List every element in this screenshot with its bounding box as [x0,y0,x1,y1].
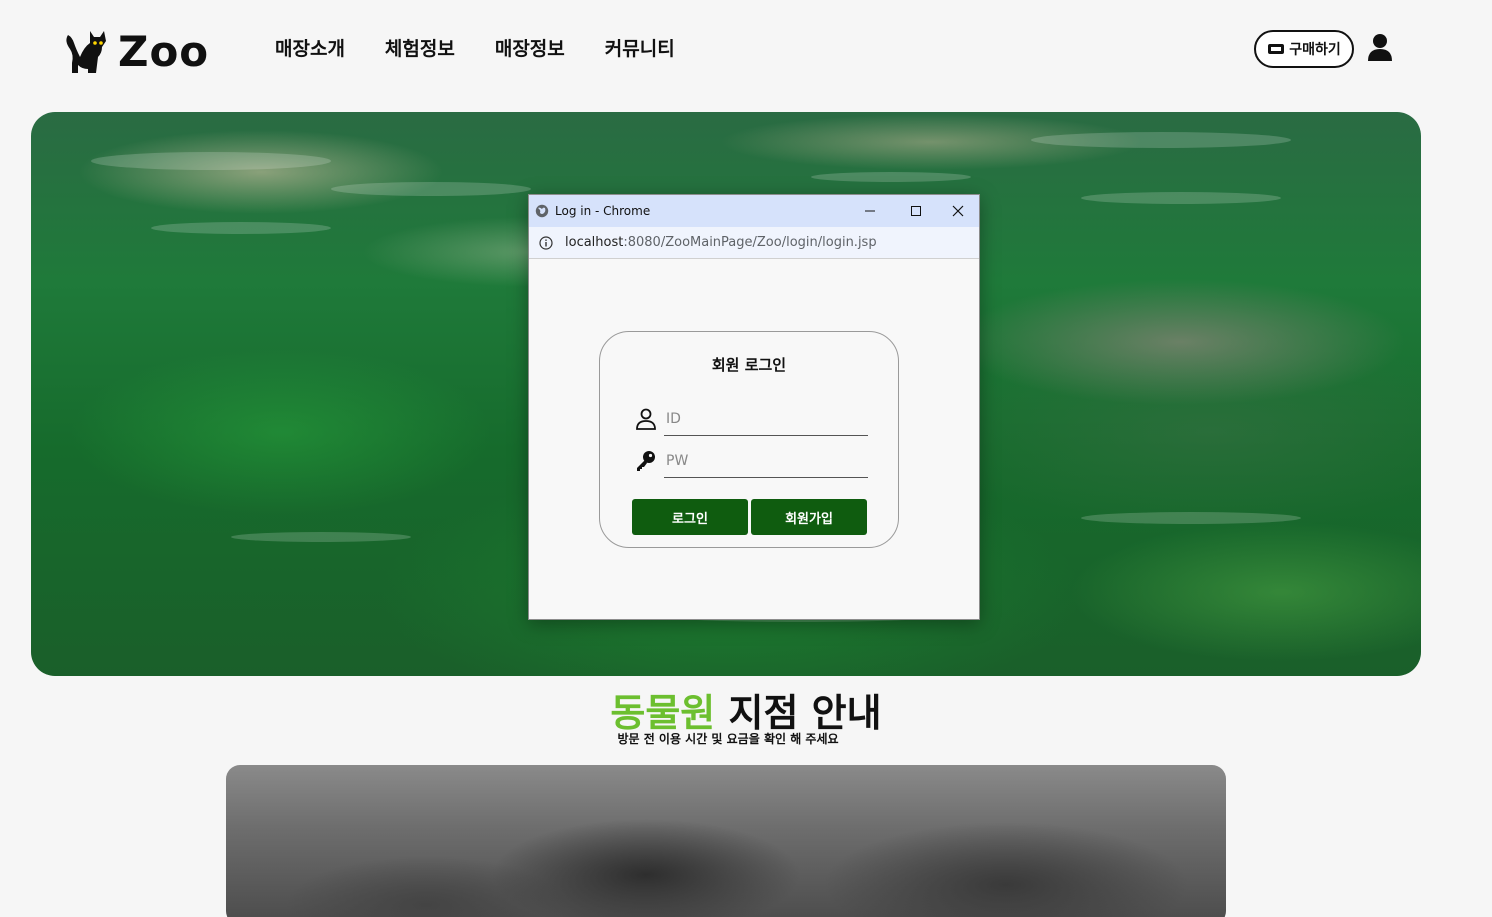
nav-community[interactable]: 커뮤니티 [605,34,675,61]
login-form-card: 회원 로그인 로그인 회원가입 [599,331,899,548]
site-logo[interactable]: Zoo [62,26,209,76]
buy-button[interactable]: 구매하기 [1254,30,1354,68]
ticket-icon [1268,44,1285,54]
maximize-button[interactable] [893,195,939,227]
title-green-part: 동물원 [610,691,716,735]
globe-icon [535,204,549,218]
url-path: :8080/ZooMainPage/Zoo/login/login.jsp [623,235,877,250]
minimize-icon [865,210,875,212]
close-icon [952,205,964,217]
signup-button[interactable]: 회원가입 [751,499,867,535]
key-icon [637,451,655,471]
minimize-button[interactable] [847,195,893,227]
popup-address-bar[interactable]: localhost:8080/ZooMainPage/Zoo/login/log… [529,227,979,259]
login-popup-window: Log in - Chrome localhost:8080/ZooMainPa… [528,194,980,620]
person-icon [636,408,656,430]
cat-logo-icon [66,31,106,73]
id-input[interactable] [664,402,868,436]
nav-experience-info[interactable]: 체험정보 [385,34,455,61]
branch-guide-subtitle: 방문 전 이용 시간 및 요금을 확인 해 주세요 [617,732,839,746]
close-button[interactable] [935,195,981,227]
id-field-group [632,402,868,436]
url-host: localhost [565,235,624,250]
login-title: 회원 로그인 [711,356,787,374]
user-icon[interactable] [1366,32,1394,62]
info-icon[interactable] [539,235,553,250]
nav-store-intro[interactable]: 매장소개 [275,34,345,61]
logo-text: Zoo [118,26,210,76]
buy-button-label: 구매하기 [1289,42,1341,58]
popup-title: Log in - Chrome [555,204,651,218]
main-nav: 매장소개 체험정보 매장정보 커뮤니티 [275,34,675,61]
maximize-icon [911,206,921,216]
title-rest-part: 지점 안내 [715,691,882,735]
elephant-image [226,765,1226,917]
pw-field-group [632,444,868,478]
branch-guide-title: 동물원 지점 안내 [0,682,1492,737]
login-button[interactable]: 로그인 [632,499,748,535]
pw-input[interactable] [664,444,868,478]
popup-titlebar[interactable]: Log in - Chrome [529,195,979,227]
nav-store-info[interactable]: 매장정보 [495,34,565,61]
